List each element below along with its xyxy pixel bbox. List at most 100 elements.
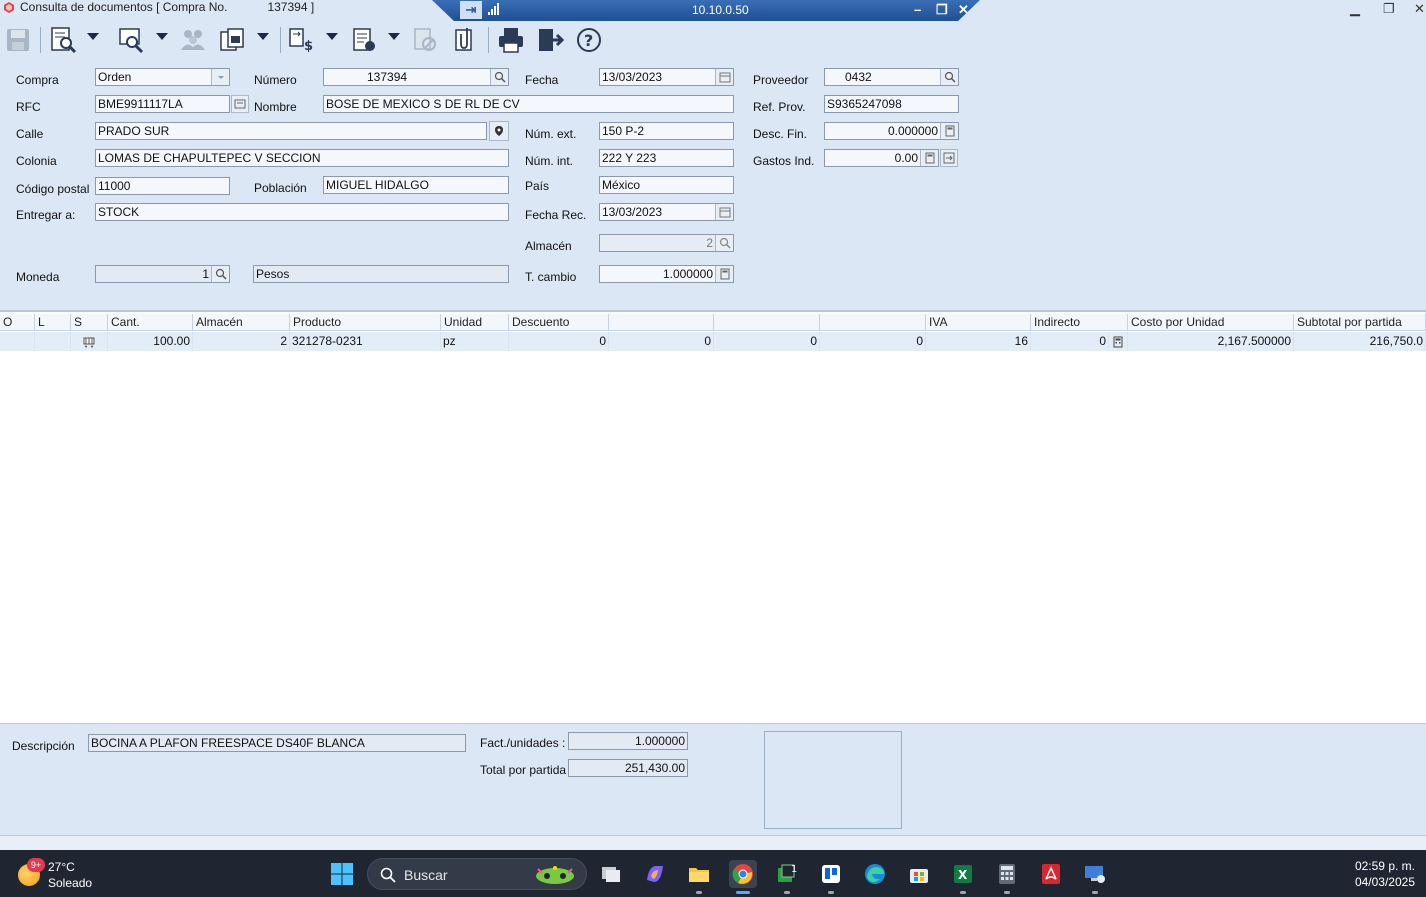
cancel-document-icon[interactable] xyxy=(410,25,440,55)
document-list-icon[interactable] xyxy=(349,25,379,55)
column-header-costo[interactable]: Costo por Unidad xyxy=(1128,314,1294,331)
calculator-icon[interactable] xyxy=(920,150,938,166)
gastos-ind-field[interactable]: 0.00 xyxy=(824,149,939,167)
cell-blank-2[interactable]: 0 xyxy=(714,332,820,351)
store-icon[interactable] xyxy=(905,860,933,888)
document-dropdown-icon[interactable] xyxy=(388,33,400,40)
column-header-unidad[interactable]: Unidad xyxy=(441,314,509,331)
total-partida-field[interactable]: 251,430.00 xyxy=(568,759,688,777)
taskbar-search[interactable]: Buscar xyxy=(367,858,587,890)
attach-icon[interactable] xyxy=(450,25,480,55)
remote-app-icon[interactable]: 1 xyxy=(773,860,801,894)
column-header-blank-1[interactable] xyxy=(609,314,714,331)
almacen-field[interactable]: 2 xyxy=(599,234,734,252)
rdp-restore-icon[interactable]: ❐ xyxy=(936,2,948,18)
system-clock[interactable]: 02:59 p. m. 04/03/2025 xyxy=(1355,858,1415,890)
location-pin-icon[interactable] xyxy=(489,121,509,141)
search-icon[interactable] xyxy=(940,69,958,85)
desc-fin-field[interactable]: 0.000000 xyxy=(824,122,959,140)
column-header-blank-2[interactable] xyxy=(714,314,820,331)
t-cambio-field[interactable]: 1.000000 xyxy=(599,265,734,283)
entregar-field[interactable]: STOCK xyxy=(95,203,509,221)
search-dropdown-icon[interactable] xyxy=(156,33,168,40)
excel-icon[interactable]: X xyxy=(949,860,977,894)
cell-s[interactable] xyxy=(71,332,108,351)
help-icon[interactable]: ? xyxy=(574,25,604,55)
fecha-field[interactable]: 13/03/2023 xyxy=(599,68,734,86)
moneda-field[interactable]: 1 xyxy=(95,265,230,283)
column-header-l[interactable]: L xyxy=(35,314,71,331)
acrobat-icon[interactable] xyxy=(1037,860,1065,888)
codigo-postal-field[interactable]: 11000 xyxy=(95,177,230,195)
search-icon[interactable] xyxy=(715,235,733,251)
column-header-descuento[interactable]: Descuento xyxy=(509,314,609,331)
minimize-icon[interactable]: ▁ xyxy=(1350,1,1360,17)
copy-document-icon[interactable] xyxy=(217,25,247,55)
remote-desktop-icon[interactable] xyxy=(1081,860,1109,894)
copy-dropdown-icon[interactable] xyxy=(257,33,269,40)
rdp-close-icon[interactable]: ✕ xyxy=(958,2,969,18)
cell-indirecto-btn[interactable] xyxy=(1109,332,1128,351)
cell-almacen[interactable]: 2 xyxy=(193,332,290,351)
restore-icon[interactable]: ❐ xyxy=(1383,1,1395,17)
calle-field[interactable]: PRADO SUR xyxy=(95,122,487,140)
compra-select[interactable]: Orden xyxy=(95,68,230,86)
poblacion-field[interactable]: MIGUEL HIDALGO xyxy=(323,176,509,194)
ref-prov-field[interactable]: S9365247098 xyxy=(824,95,959,113)
column-header-indirecto[interactable]: Indirecto xyxy=(1031,314,1128,331)
preview-icon[interactable] xyxy=(48,25,78,55)
proveedor-field[interactable]: 0432 xyxy=(824,68,959,86)
search-icon[interactable] xyxy=(490,69,508,85)
calculator-icon[interactable] xyxy=(715,266,733,282)
exchange-icon[interactable]: $ xyxy=(287,25,317,55)
copilot-icon[interactable] xyxy=(641,860,669,888)
calendar-icon[interactable] xyxy=(715,69,733,85)
users-icon[interactable] xyxy=(178,25,208,55)
column-header-almacen[interactable]: Almacén xyxy=(193,314,290,331)
search-document-icon[interactable] xyxy=(116,25,146,55)
chevron-down-icon[interactable] xyxy=(211,69,229,85)
column-header-blank-3[interactable] xyxy=(820,314,926,331)
pais-field[interactable]: México xyxy=(599,176,734,194)
windows-start-icon[interactable] xyxy=(330,862,354,886)
rfc-field[interactable]: BME9911117LA xyxy=(95,95,230,113)
column-header-cant[interactable]: Cant. xyxy=(108,314,193,331)
column-header-iva[interactable]: IVA xyxy=(926,314,1031,331)
chrome-icon[interactable] xyxy=(729,860,757,894)
pin-icon[interactable]: ⇥ xyxy=(460,1,482,19)
cell-iva[interactable]: 16 xyxy=(926,332,1031,351)
rdp-minimize-icon[interactable]: – xyxy=(914,2,921,17)
num-int-field[interactable]: 222 Y 223 xyxy=(599,149,734,167)
column-header-subtotal[interactable]: Subtotal por partida xyxy=(1294,314,1426,331)
print-icon[interactable] xyxy=(496,25,526,55)
cell-subtotal[interactable]: 216,750.0 xyxy=(1294,332,1426,351)
save-icon[interactable] xyxy=(3,25,33,55)
edge-icon[interactable] xyxy=(861,860,889,888)
calculator-icon[interactable] xyxy=(993,860,1021,894)
cell-descuento[interactable]: 0 xyxy=(509,332,609,351)
calendar-icon[interactable] xyxy=(715,204,733,220)
task-view-icon[interactable] xyxy=(597,860,625,888)
fecha-rec-field[interactable]: 13/03/2023 xyxy=(599,203,734,221)
cell-costo[interactable]: 2,167.500000 xyxy=(1128,332,1294,351)
search-icon[interactable] xyxy=(211,266,229,282)
cell-blank-3[interactable]: 0 xyxy=(820,332,926,351)
distribute-icon[interactable] xyxy=(940,149,958,167)
cell-o[interactable] xyxy=(0,332,35,351)
cell-blank-1[interactable]: 0 xyxy=(609,332,714,351)
numero-field[interactable]: 137394 xyxy=(323,68,509,86)
calculator-icon[interactable] xyxy=(940,123,958,139)
close-icon[interactable]: ✕ xyxy=(1414,1,1425,17)
preview-dropdown-icon[interactable] xyxy=(87,33,99,40)
fact-unidades-field[interactable]: 1.000000 xyxy=(568,732,688,750)
cell-producto[interactable]: 321278-0231 xyxy=(290,332,441,351)
rfc-card-icon[interactable] xyxy=(231,95,249,113)
num-ext-field[interactable]: 150 P-2 xyxy=(599,122,734,140)
cell-cant[interactable]: 100.00 xyxy=(108,332,193,351)
cell-unidad[interactable]: pz xyxy=(441,332,509,351)
nombre-field[interactable]: BOSE DE MEXICO S DE RL DE CV xyxy=(323,95,734,113)
colonia-field[interactable]: LOMAS DE CHAPULTEPEC V SECCION xyxy=(95,149,509,167)
column-header-s[interactable]: S xyxy=(71,314,108,331)
exit-icon[interactable] xyxy=(535,25,565,55)
column-header-o[interactable]: O xyxy=(0,314,35,331)
